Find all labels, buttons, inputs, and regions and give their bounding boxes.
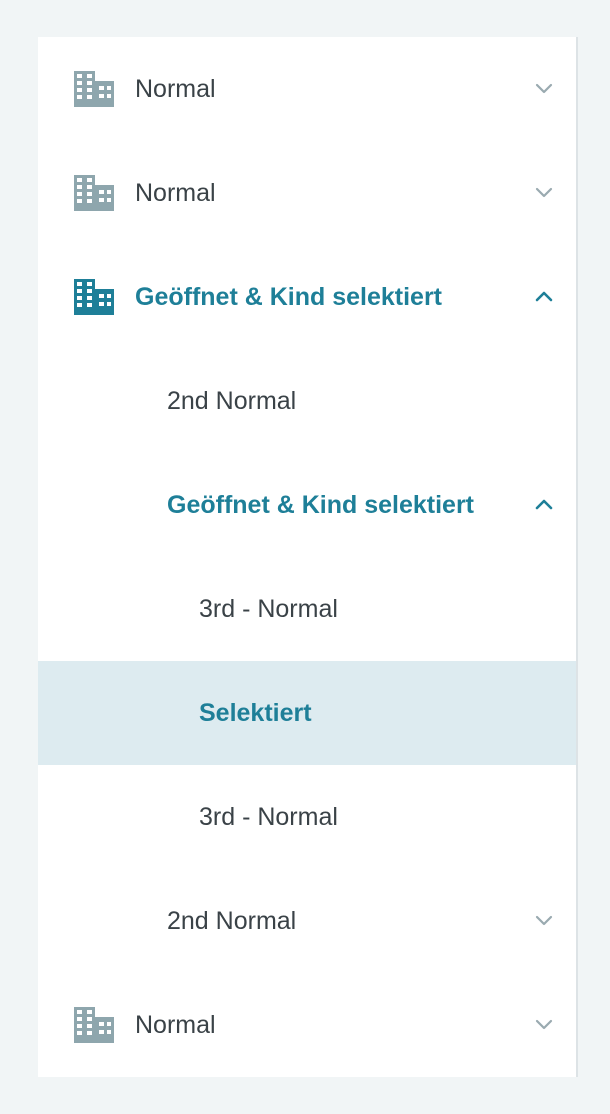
tree-item-label: Geöffnet & Kind selektiert — [167, 490, 474, 519]
tree-item-level1-normal[interactable]: Normal — [38, 973, 576, 1077]
tree-item-level2-normal[interactable]: 2nd Normal — [38, 349, 576, 453]
tree-item-label: Normal — [135, 1010, 216, 1039]
tree-item-level1-normal[interactable]: Normal — [38, 141, 576, 245]
chevron-down-icon[interactable] — [534, 1017, 554, 1033]
chevron-down-icon[interactable] — [534, 913, 554, 929]
tree-item-label: Selektiert — [199, 698, 312, 727]
tree-item-level2-expanded[interactable]: Geöffnet & Kind selektiert — [38, 453, 576, 557]
building-icon — [74, 1007, 114, 1043]
building-icon — [74, 279, 114, 315]
chevron-up-icon[interactable] — [534, 289, 554, 305]
tree-item-label: Geöffnet & Kind selektiert — [135, 282, 442, 311]
tree-item-level2-collapsed[interactable]: 2nd Normal — [38, 869, 576, 973]
tree-item-label: Normal — [135, 74, 216, 103]
navigation-tree: Normal Normal Geöffnet & Kind selektiert — [38, 37, 578, 1077]
tree-item-level3-normal[interactable]: 3rd - Normal — [38, 557, 576, 661]
tree-item-label: 3rd - Normal — [199, 802, 338, 831]
tree-item-label: 2nd Normal — [167, 906, 297, 935]
tree-item-level3-normal[interactable]: 3rd - Normal — [38, 765, 576, 869]
tree-item-level3-selected[interactable]: Selektiert — [38, 661, 576, 765]
tree-item-level1-normal[interactable]: Normal — [38, 37, 576, 141]
chevron-down-icon[interactable] — [534, 185, 554, 201]
tree-item-label: 3rd - Normal — [199, 594, 338, 623]
building-icon — [74, 71, 114, 107]
tree-item-label: 2nd Normal — [167, 386, 297, 415]
chevron-up-icon[interactable] — [534, 497, 554, 513]
building-icon — [74, 175, 114, 211]
tree-item-level1-expanded[interactable]: Geöffnet & Kind selektiert — [38, 245, 576, 349]
chevron-down-icon[interactable] — [534, 81, 554, 97]
tree-item-label: Normal — [135, 178, 216, 207]
